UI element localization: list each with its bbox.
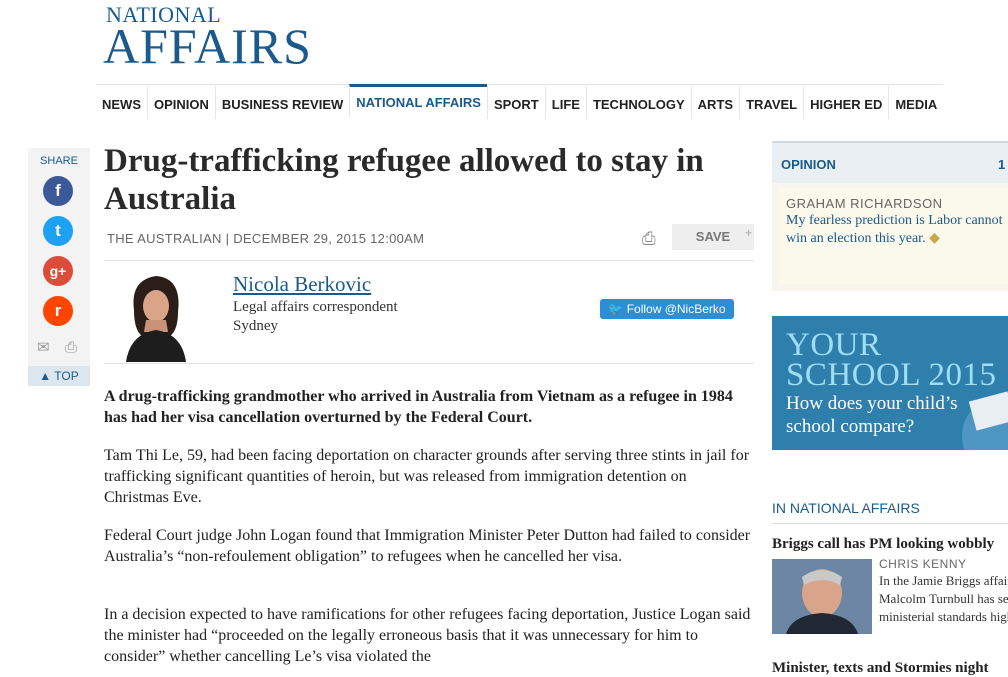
article-paragraph: Federal Court judge John Logan found tha… [104, 527, 751, 565]
opinion-link[interactable]: My fearless prediction is Labor cannot w… [786, 212, 1008, 248]
save-button[interactable]: SAVE + [672, 224, 754, 250]
twitter-icon: 🐦 [608, 302, 624, 316]
share-label: SHARE [40, 155, 78, 167]
divider [104, 260, 754, 261]
back-to-top-button[interactable]: ▲ TOP [28, 366, 90, 386]
opinion-author: GRAHAM RICHARDSON [786, 196, 943, 211]
promo-title[interactable]: YOUR SCHOOL 2015 [786, 327, 997, 393]
print-icon[interactable]: ⎙ [642, 229, 656, 249]
twitter-follow-button[interactable]: 🐦 Follow @NicBerko [600, 299, 734, 319]
nav-item-media[interactable]: MEDIA [888, 85, 943, 119]
email-icon[interactable]: ✉ [37, 338, 50, 356]
nav-item-travel[interactable]: TRAVEL [739, 85, 803, 119]
googleplus-icon[interactable]: g+ [43, 256, 73, 286]
twitter-icon[interactable]: t [43, 216, 73, 246]
reddit-icon[interactable]: r [43, 296, 73, 326]
opinion-label[interactable]: OPINION [781, 157, 836, 172]
promo-subtitle[interactable]: How does your child’s school compare? [786, 392, 1006, 438]
nav-item-national-affairs[interactable]: NATIONAL AFFAIRS [349, 84, 487, 117]
article-paragraph: Tam Thi Le, 59, had been facing deportat… [104, 447, 750, 506]
author-photo [120, 270, 192, 362]
story-headline[interactable]: Briggs call has PM looking wobbly [772, 536, 1008, 553]
nav-item-technology[interactable]: TECHNOLOGY [585, 85, 691, 119]
article-paragraph: In a decision expected to have ramificat… [104, 606, 751, 665]
facebook-icon[interactable]: f [43, 176, 73, 206]
section-label: IN NATIONAL AFFAIRS [772, 500, 920, 516]
nav-item-news[interactable]: NEWS [96, 86, 147, 119]
nav-item-life[interactable]: LIFE [544, 85, 586, 119]
author-role: Legal affairs correspondent Sydney [233, 298, 398, 336]
promo-title-line2: SCHOOL 2015 [786, 357, 997, 393]
nav-item-business-review[interactable]: BUSINESS REVIEW [214, 85, 349, 119]
divider [772, 523, 1008, 524]
masthead-line2[interactable]: AFFAIRS [103, 21, 312, 71]
article-headline: Drug-trafficking refugee allowed to stay… [104, 143, 704, 217]
nav-item-opinion[interactable]: OPINION [147, 85, 215, 119]
main-nav: NEWS OPINION BUSINESS REVIEW NATIONAL AFFAI… [96, 84, 944, 119]
nav-item-higher-ed[interactable]: HIGHER ED [803, 85, 888, 119]
story-headline[interactable]: Minister, texts and Stormies night [772, 660, 989, 677]
article-lead: A drug-trafficking grandmother who arriv… [104, 388, 733, 426]
promo-title-line1: YOUR [786, 327, 882, 363]
author-title: Legal affairs correspondent [233, 299, 398, 315]
nav-item-sport[interactable]: SPORT [486, 85, 545, 119]
tag-icon: ◆ [929, 231, 940, 246]
story-thumbnail[interactable] [772, 559, 872, 634]
nav-item-arts[interactable]: ARTS [690, 85, 739, 119]
author-name-link[interactable]: Nicola Berkovic [233, 272, 371, 297]
chevron-up-icon: ▲ [39, 369, 52, 383]
print-icon[interactable]: ⎙ [65, 338, 77, 356]
article-dateline: THE AUSTRALIAN | DECEMBER 29, 2015 12:00… [107, 231, 425, 246]
opinion-page-number[interactable]: 1 [998, 157, 1005, 172]
author-location: Sydney [233, 318, 278, 334]
divider [104, 363, 754, 364]
story-author: CHRIS KENNY [879, 557, 967, 571]
story-summary: In the Jamie Briggs affair, Malcolm Turn… [879, 573, 1008, 624]
